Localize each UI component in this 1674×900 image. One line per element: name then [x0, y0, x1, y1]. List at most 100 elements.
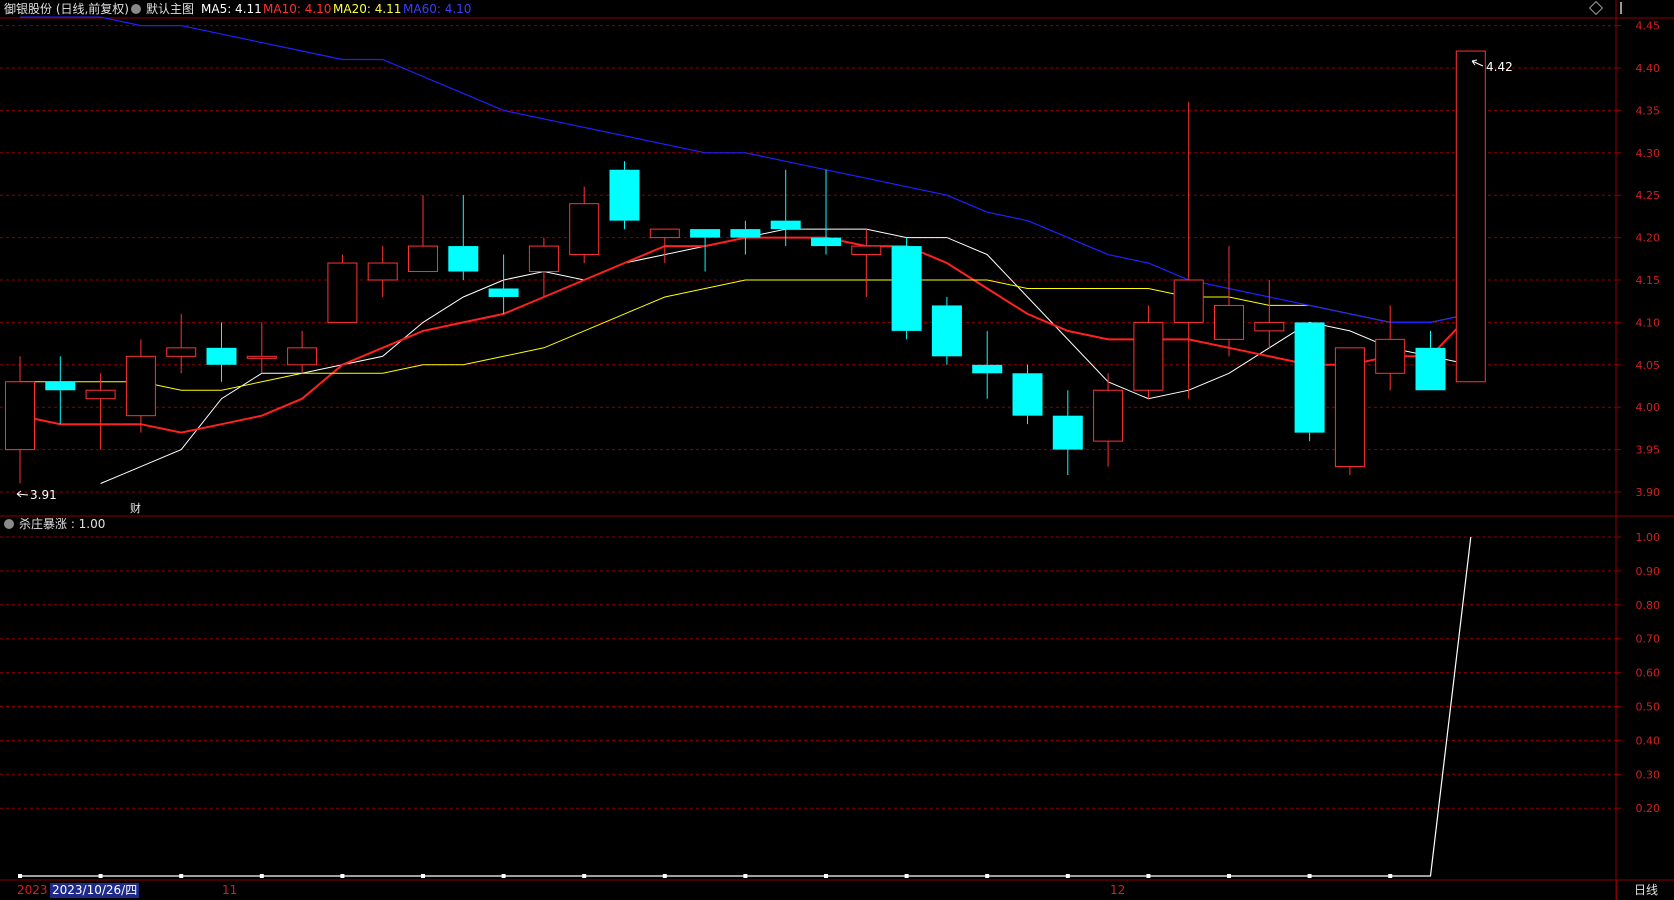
candle-body: [1214, 304, 1244, 340]
ma20-value: MA20: 4.11: [333, 2, 402, 16]
candle[interactable]: [569, 186, 600, 264]
chart-header: 御银股份 (日线,前复权) 默认主图 MA5: 4.11 MA10: 4.10 …: [0, 0, 1622, 18]
candle-body: [649, 228, 680, 239]
candle[interactable]: [1334, 347, 1365, 476]
kline-chart-area[interactable]: 3.90 3.95 4.00 4.05 4.10 4.15 4.20 4.25 4.30 4.35…: [0, 0, 1674, 900]
chart-grid: [0, 0, 1674, 900]
candlesticks: [5, 50, 1486, 484]
candle[interactable]: [1012, 364, 1043, 425]
candle[interactable]: [770, 169, 801, 247]
month-label-12: 12: [1110, 883, 1126, 897]
indicator-tick-label: 0.60: [1636, 667, 1661, 680]
indicator-point: [662, 874, 667, 878]
candle[interactable]: [931, 296, 962, 365]
candle[interactable]: [851, 229, 882, 297]
candle[interactable]: [811, 169, 841, 255]
candle-body: [246, 355, 277, 359]
candle[interactable]: [5, 356, 35, 484]
candle[interactable]: [891, 237, 922, 340]
candle-body: [448, 246, 479, 272]
indicator-point: [421, 874, 425, 878]
candle[interactable]: [246, 322, 277, 374]
template-name[interactable]: 默认主图: [146, 0, 194, 18]
price-tick-label: 4.00: [1636, 401, 1661, 414]
indicator-tick-label: 0.30: [1636, 768, 1661, 781]
candle[interactable]: [690, 229, 721, 272]
candle-body: [891, 246, 922, 331]
indicator-point: [1227, 874, 1231, 878]
stock-title[interactable]: 御银股份 (日线,前复权): [4, 0, 129, 18]
ma10-value: MA10: 4.10: [263, 2, 332, 16]
candle[interactable]: [609, 161, 640, 230]
indicator-lines: [18, 536, 1472, 878]
panel-toggle-icon[interactable]: [1612, 2, 1622, 14]
candle-body: [770, 220, 801, 230]
candle[interactable]: [1093, 373, 1124, 467]
indicator-point: [743, 874, 748, 878]
candle-body: [1375, 338, 1406, 374]
candle[interactable]: [1375, 305, 1406, 391]
period-selector[interactable]: 日线: [1616, 880, 1674, 900]
indicator-point: [824, 874, 828, 878]
candle-body: [45, 381, 76, 391]
finance-marker[interactable]: 财: [130, 501, 141, 515]
candle[interactable]: [125, 339, 156, 433]
diamond-icon[interactable]: [1588, 0, 1604, 16]
candle[interactable]: [1133, 305, 1164, 399]
price-axis: 3.90 3.95 4.00 4.05 4.10 4.15 4.20 4.25 4.30 4.35…: [1616, 20, 1661, 815]
indicator-point: [1146, 874, 1151, 878]
indicator-tick-label: 0.20: [1636, 802, 1661, 815]
indicator-toggle-icon[interactable]: [4, 519, 14, 529]
candle[interactable]: [1455, 50, 1486, 383]
candle-body: [931, 305, 962, 357]
candle-body: [811, 237, 841, 247]
template-toggle-icon[interactable]: [131, 4, 141, 14]
candle[interactable]: [972, 330, 1003, 399]
candle-body: [1334, 347, 1365, 468]
indicator-tick-label: 0.40: [1636, 734, 1661, 747]
month-label-11: 11: [222, 883, 238, 897]
candle[interactable]: [85, 373, 116, 450]
indicator-tick-label: 0.80: [1636, 599, 1661, 612]
indicator-point: [904, 874, 909, 878]
candle-body: [367, 262, 398, 281]
price-tick-label: 4.10: [1636, 316, 1661, 329]
candle[interactable]: [166, 313, 197, 374]
price-tick-label: 4.20: [1636, 232, 1661, 245]
candle-body: [609, 169, 640, 221]
price-tick-label: 3.90: [1636, 486, 1661, 499]
price-tick-label: 4.25: [1636, 189, 1661, 202]
cursor-date: 2023/10/26/四: [50, 883, 140, 898]
candle[interactable]: [1415, 330, 1446, 391]
candle[interactable]: [1254, 280, 1285, 348]
price-tick-label: 4.05: [1636, 359, 1661, 372]
candle[interactable]: [287, 330, 318, 374]
candle-body: [1012, 373, 1043, 416]
candle[interactable]: [45, 356, 76, 425]
candle[interactable]: [1214, 246, 1244, 357]
candle-body: [408, 245, 438, 273]
indicator-title[interactable]: 杀庄暴涨 : 1.00: [19, 516, 105, 532]
candle-body: [1455, 50, 1486, 383]
year-prefix: 2023: [17, 883, 48, 897]
candle[interactable]: [528, 237, 559, 297]
date-axis: 2023 2023/10/26/四 11 12: [0, 881, 1674, 900]
indicator-point: [1307, 874, 1312, 878]
indicator-point: [18, 874, 22, 878]
candle-body: [1173, 279, 1204, 323]
candle[interactable]: [1052, 390, 1083, 476]
candle-body: [1415, 347, 1446, 391]
indicator-point: [1065, 874, 1070, 878]
candle-body: [1294, 322, 1325, 433]
candle[interactable]: [1173, 101, 1204, 399]
indicator-point: [179, 874, 184, 878]
candle[interactable]: [367, 246, 398, 297]
candle-body: [972, 364, 1003, 374]
candle[interactable]: [327, 254, 358, 323]
indicator-tick-label: 0.70: [1636, 633, 1661, 646]
candle-body: [5, 381, 35, 451]
candle[interactable]: [206, 322, 237, 382]
candle[interactable]: [408, 195, 438, 273]
price-tick-label: 4.40: [1636, 62, 1661, 75]
candle[interactable]: [1294, 322, 1325, 442]
